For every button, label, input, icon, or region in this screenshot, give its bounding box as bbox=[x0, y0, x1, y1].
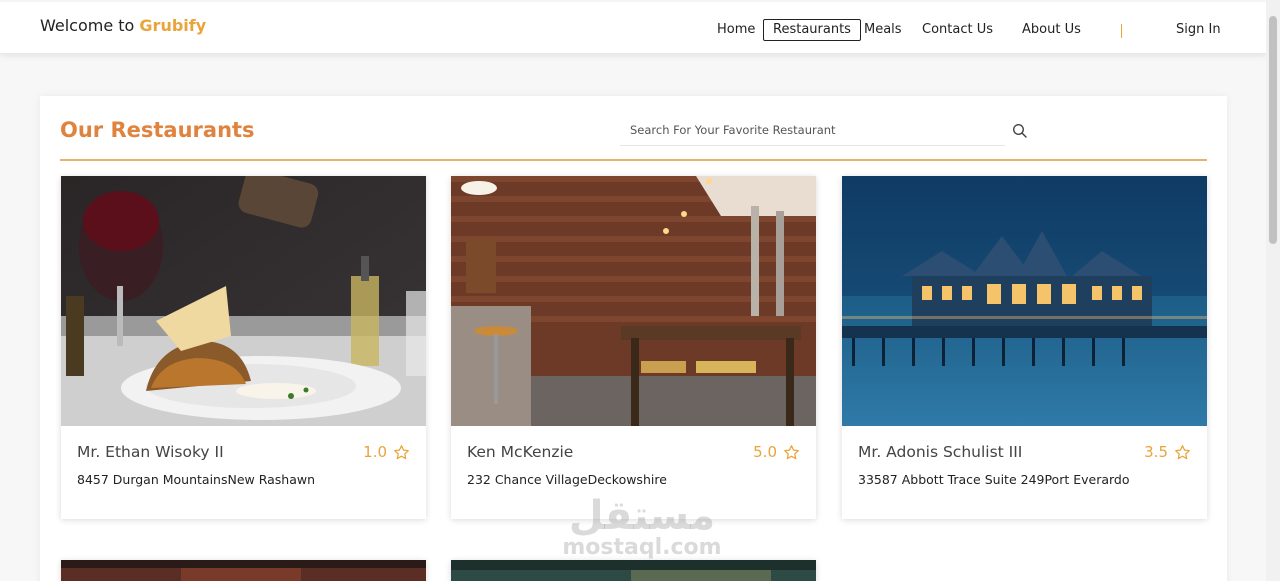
restaurant-card[interactable]: Mr. Adonis Schulist III 3.5 33587 Abbott… bbox=[842, 176, 1207, 519]
restaurant-image-partial bbox=[61, 560, 426, 581]
restaurant-image-partial bbox=[451, 560, 816, 581]
restaurant-name: Mr. Adonis Schulist III bbox=[858, 443, 1023, 461]
restaurant-address: 33587 Abbott Trace Suite 249Port Everard… bbox=[858, 472, 1130, 487]
nav-sign-in[interactable]: Sign In bbox=[1176, 19, 1221, 41]
star-outline-icon bbox=[1175, 444, 1190, 459]
restaurant-rating: 5.0 bbox=[753, 443, 800, 461]
scrollbar-thumb[interactable] bbox=[1269, 16, 1277, 244]
brand-prefix: Welcome to bbox=[40, 16, 140, 35]
search-box bbox=[620, 116, 1005, 146]
restaurant-name: Mr. Ethan Wisoky II bbox=[77, 443, 224, 461]
page-title: Our Restaurants bbox=[60, 118, 255, 142]
rating-value: 3.5 bbox=[1144, 443, 1168, 461]
restaurant-address: 232 Chance VillageDeckowshire bbox=[467, 472, 667, 487]
restaurant-card[interactable]: Ken McKenzie 5.0 232 Chance VillageDecko… bbox=[451, 176, 816, 519]
rating-value: 1.0 bbox=[363, 443, 387, 461]
watermark: مستقل mostaql.com bbox=[562, 493, 722, 560]
page-scrollbar[interactable] bbox=[1266, 0, 1280, 581]
restaurant-address: 8457 Durgan MountainsNew Rashawn bbox=[77, 472, 316, 487]
restaurant-image-dining-interior bbox=[451, 176, 816, 426]
restaurant-card[interactable] bbox=[451, 560, 816, 581]
restaurant-image-plated-dish bbox=[61, 176, 426, 426]
nav-divider bbox=[1121, 24, 1122, 38]
title-divider bbox=[60, 159, 1207, 161]
restaurant-image-pier-pavilion bbox=[842, 176, 1207, 426]
nav-contact-us[interactable]: Contact Us bbox=[922, 19, 993, 41]
watermark-arabic: مستقل bbox=[568, 493, 716, 539]
star-outline-icon bbox=[784, 444, 799, 459]
search-icon[interactable] bbox=[1012, 123, 1028, 139]
restaurant-card[interactable]: Mr. Ethan Wisoky II 1.0 8457 Durgan Moun… bbox=[61, 176, 426, 519]
nav-about-us[interactable]: About Us bbox=[1022, 19, 1081, 41]
search-input[interactable] bbox=[620, 116, 1005, 144]
brand-name: Grubify bbox=[139, 16, 207, 35]
brand-logo[interactable]: Welcome to Grubify bbox=[40, 16, 206, 35]
restaurant-rating: 1.0 bbox=[363, 443, 410, 461]
nav-restaurants[interactable]: Restaurants bbox=[763, 19, 861, 41]
nav-meals[interactable]: Meals bbox=[864, 19, 902, 41]
watermark-latin: mostaql.com bbox=[562, 535, 722, 560]
nav-home[interactable]: Home bbox=[717, 19, 755, 41]
restaurant-card[interactable] bbox=[61, 560, 426, 581]
top-navbar: Welcome to Grubify Home Restaurants Meal… bbox=[0, 2, 1266, 54]
rating-value: 5.0 bbox=[753, 443, 777, 461]
star-outline-icon bbox=[394, 444, 409, 459]
restaurant-name: Ken McKenzie bbox=[467, 443, 574, 461]
restaurant-rating: 3.5 bbox=[1144, 443, 1191, 461]
